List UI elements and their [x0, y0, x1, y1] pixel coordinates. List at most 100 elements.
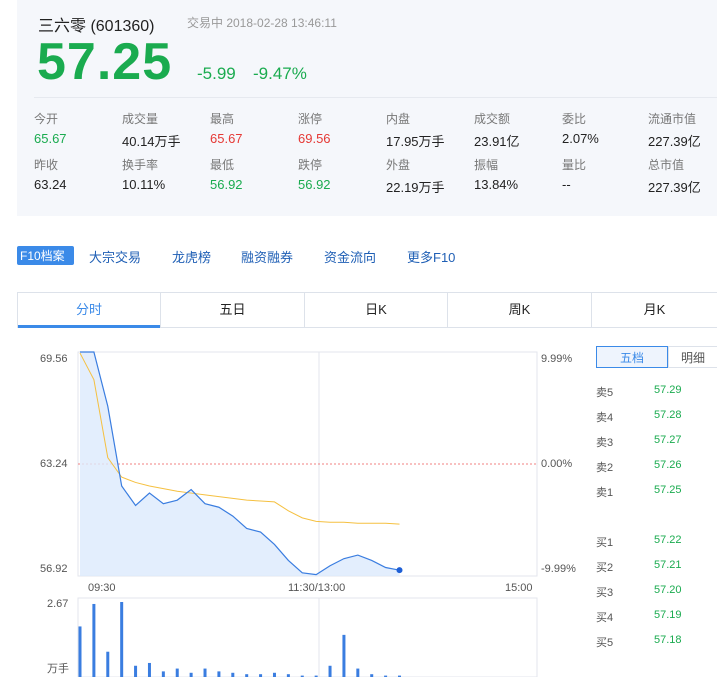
- stat-item: 今开 65.67: [34, 110, 124, 146]
- stat-label: 量比: [562, 158, 587, 172]
- stat-value: 10.11%: [122, 177, 166, 192]
- order-level-label: 卖5: [596, 387, 614, 399]
- stat-item: 跌停 56.92: [298, 156, 388, 192]
- stat-label: 今开: [34, 112, 59, 126]
- tab-daily-k[interactable]: 日K: [305, 293, 448, 327]
- order-level-price: 57.28: [654, 409, 682, 421]
- volume-bar: [342, 634, 346, 677]
- tab-details[interactable]: 明细: [668, 346, 717, 368]
- stat-value: 40.14万手: [122, 134, 181, 149]
- chart-tabs: 分时 五日 日K 周K 月K: [17, 292, 717, 328]
- tab-weekly-k[interactable]: 周K: [448, 293, 592, 327]
- stat-item: 成交额 23.91亿: [474, 110, 564, 150]
- stat-label: 昨收: [34, 158, 59, 172]
- stat-item: 涨停 69.56: [298, 110, 388, 146]
- order-level-label: 卖1: [596, 487, 614, 499]
- link-more-f10[interactable]: 更多F10: [407, 248, 455, 268]
- order-level-price: 57.22: [654, 534, 682, 546]
- volume-unit-label: 万手: [47, 663, 69, 675]
- stat-value: 56.92: [298, 177, 331, 192]
- volume-bar: [134, 665, 138, 677]
- link-margin[interactable]: 融资融券: [241, 248, 293, 268]
- stat-item: 量比 --: [562, 156, 652, 192]
- stat-label: 最高: [210, 112, 235, 126]
- volume-bar: [161, 671, 165, 677]
- x-label-midday: 11:30/13:00: [288, 582, 346, 594]
- volume-bar: [78, 626, 82, 677]
- order-level-price: 57.25: [654, 484, 682, 496]
- volume-bar: [147, 662, 151, 677]
- stat-item: 振幅 13.84%: [474, 156, 564, 192]
- volume-plot-frame: [77, 597, 538, 678]
- stat-item: 昨收 63.24: [34, 156, 124, 192]
- stat-value: 227.39亿: [648, 134, 701, 149]
- volume-bar: [217, 671, 221, 677]
- price-change: -5.99: [197, 64, 236, 83]
- stat-label: 跌停: [298, 158, 323, 172]
- stat-value: 22.19万手: [386, 180, 445, 195]
- link-block-trade[interactable]: 大宗交易: [89, 248, 141, 268]
- pct-label-zero: 0.00%: [541, 458, 573, 470]
- tab-intraday[interactable]: 分时: [18, 293, 161, 328]
- f10-badge[interactable]: F10档案: [17, 246, 74, 265]
- divider: [34, 97, 717, 98]
- tab-five-levels[interactable]: 五档: [596, 346, 668, 368]
- tab-monthly-k[interactable]: 月K: [592, 293, 717, 327]
- stat-label: 流通市值: [648, 112, 697, 126]
- order-level-label: 卖3: [596, 437, 614, 449]
- intraday-chart: 69.56 63.24 56.92 9.99% 0.00% -9.99% 09:…: [0, 340, 590, 678]
- x-label-close: 15:00: [505, 582, 533, 594]
- stat-value: 13.84%: [474, 177, 519, 192]
- stat-value: 63.24: [34, 177, 67, 192]
- order-level-label: 买2: [596, 562, 614, 574]
- volume-bar: [203, 668, 207, 677]
- stat-value: 69.56: [298, 131, 331, 146]
- x-label-open: 09:30: [88, 582, 116, 594]
- volume-bar: [189, 672, 193, 677]
- stat-value: 17.95万手: [386, 134, 445, 149]
- order-level-price: 57.20: [654, 584, 682, 596]
- volume-bar: [328, 665, 332, 677]
- order-level-price: 57.21: [654, 559, 682, 571]
- volume-bar: [106, 651, 110, 677]
- order-level-label: 买4: [596, 612, 614, 624]
- stat-label: 最低: [210, 158, 235, 172]
- stat-item: 换手率 10.11%: [122, 156, 212, 192]
- stat-label: 换手率: [122, 158, 159, 172]
- stat-item: 委比 2.07%: [562, 110, 652, 146]
- stat-item: 流通市值 227.39亿: [648, 110, 717, 150]
- y-label-low: 56.92: [40, 563, 68, 575]
- order-level-label: 卖2: [596, 462, 614, 474]
- y-label-high: 69.56: [40, 353, 68, 365]
- link-capital-flow[interactable]: 资金流向: [324, 248, 376, 268]
- pct-label-low: -9.99%: [541, 563, 576, 575]
- stat-item: 最低 56.92: [210, 156, 300, 192]
- stat-item: 总市值 227.39亿: [648, 156, 717, 196]
- volume-bar: [356, 668, 360, 677]
- stat-label: 涨停: [298, 112, 323, 126]
- link-dragon-tiger[interactable]: 龙虎榜: [172, 248, 211, 268]
- chart-canvas: [77, 351, 538, 678]
- stat-value: 65.67: [210, 131, 243, 146]
- stat-item: 内盘 17.95万手: [386, 110, 476, 150]
- volume-bar: [272, 672, 276, 677]
- order-level-price: 57.27: [654, 434, 682, 446]
- volume-bar: [231, 672, 235, 677]
- order-level-price: 57.18: [654, 634, 682, 646]
- stat-value: 65.67: [34, 131, 67, 146]
- tab-five-day[interactable]: 五日: [161, 293, 305, 327]
- last-price-dot: [396, 567, 403, 574]
- current-price: 57.25: [37, 33, 173, 91]
- stat-item: 成交量 40.14万手: [122, 110, 212, 150]
- stat-value: 56.92: [210, 177, 243, 192]
- order-level-label: 卖4: [596, 412, 614, 424]
- volume-bar: [175, 668, 179, 677]
- order-level-label: 买3: [596, 587, 614, 599]
- stat-item: 外盘 22.19万手: [386, 156, 476, 196]
- stat-label: 内盘: [386, 112, 411, 126]
- order-level-label: 买5: [596, 637, 614, 649]
- stat-label: 成交量: [122, 112, 159, 126]
- stat-label: 振幅: [474, 158, 499, 172]
- stat-value: --: [562, 177, 571, 192]
- stat-value: 2.07%: [562, 131, 599, 146]
